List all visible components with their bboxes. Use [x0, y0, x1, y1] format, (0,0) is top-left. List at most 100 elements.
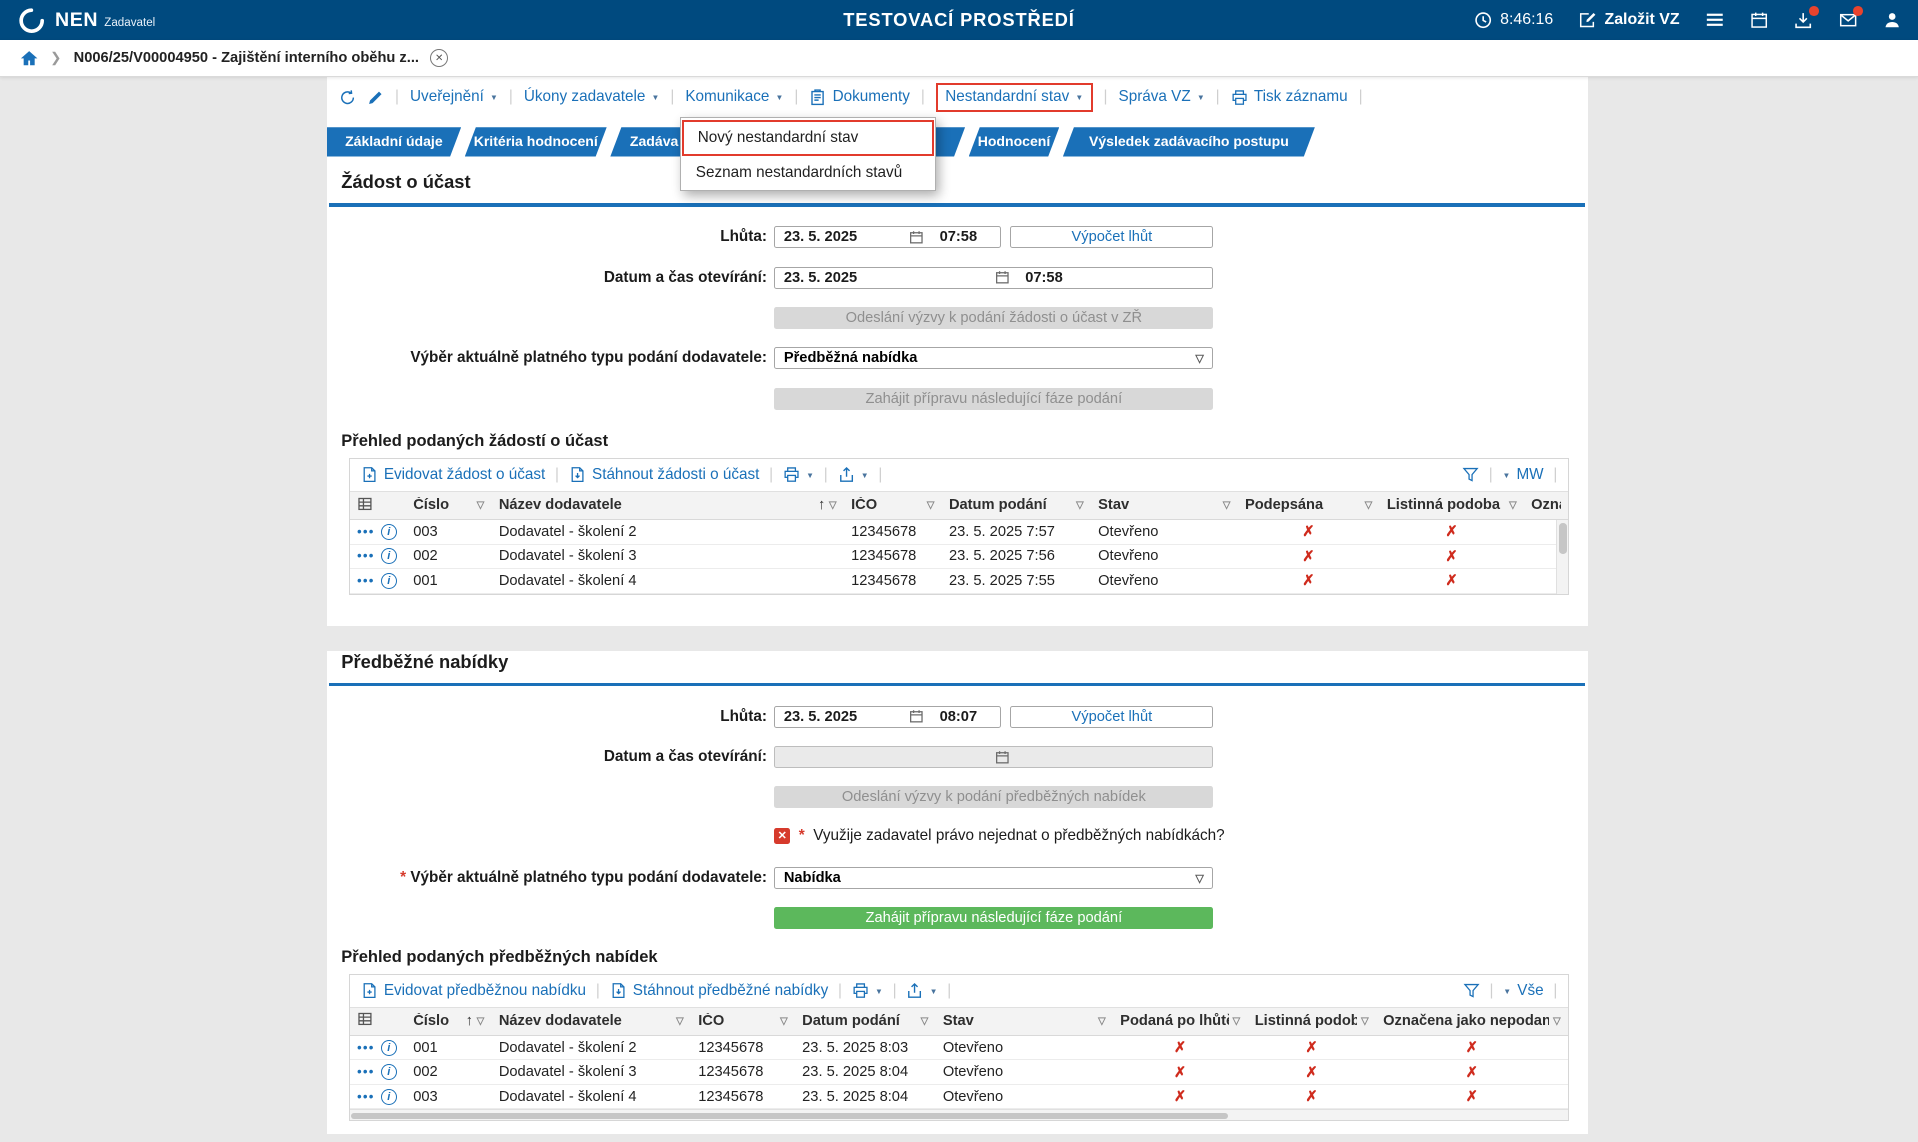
lhuta-datetime-input[interactable]: 23. 5. 2025 07:58 [774, 226, 1001, 249]
zahajit-fazi-button[interactable]: Zahájit přípravu následující fáze podání [774, 387, 1214, 410]
column-header-datum[interactable]: Datum podání [942, 492, 1091, 519]
column-header-nazev[interactable]: Název dodavatele [491, 1008, 690, 1035]
filter-caret-icon[interactable] [1361, 1016, 1369, 1027]
home-icon[interactable] [20, 49, 38, 67]
filter-icon[interactable] [1462, 466, 1479, 483]
table-row[interactable]: 001 Dodavatel - školení 4 12345678 23. 5… [349, 569, 1569, 594]
row-actions-icon[interactable] [357, 526, 375, 538]
calendar-icon[interactable] [1750, 11, 1768, 29]
dokumenty-link[interactable]: Dokumenty [809, 88, 910, 106]
column-header-stav[interactable]: Stav [1091, 492, 1238, 519]
table-row[interactable]: 002 Dodavatel - školení 3 12345678 23. 5… [349, 1060, 1569, 1085]
ukony-zadavatele-menu[interactable]: Úkony zadavatele [524, 88, 659, 106]
downloads-icon[interactable] [1794, 6, 1819, 29]
vypocet-lhut-button[interactable]: Výpočet lhůt [1010, 226, 1214, 249]
typ-podani-select[interactable]: Předběžná nabídka [774, 347, 1214, 370]
tab-hodnoceni[interactable]: Hodnocení [969, 127, 1060, 156]
export-menu-button[interactable] [838, 466, 869, 484]
column-header-nazev[interactable]: Název dodavatele ↑ [491, 492, 843, 519]
evidovat-zadost-link[interactable]: Evidovat žádost o účast [361, 466, 545, 484]
row-actions-icon[interactable] [357, 575, 375, 587]
table-row[interactable]: 001 Dodavatel - školení 2 12345678 23. 5… [349, 1036, 1569, 1061]
lhuta-datetime-input[interactable]: 23. 5. 2025 08:07 [774, 705, 1001, 728]
nen-brand[interactable]: NEN Zadavatel [17, 6, 155, 35]
column-settings-header[interactable] [350, 1008, 406, 1035]
info-icon[interactable] [380, 1088, 397, 1105]
refresh-icon[interactable] [339, 89, 356, 106]
filter-caret-icon[interactable] [1098, 1016, 1106, 1027]
column-header-datum[interactable]: Datum podání [795, 1008, 936, 1035]
info-icon[interactable] [380, 572, 397, 589]
row-actions-icon[interactable] [357, 1066, 375, 1078]
column-header-podana[interactable]: Podaná po lhůtě [1113, 1008, 1248, 1035]
evidovat-nabidku-link[interactable]: Evidovat předběžnou nabídku [361, 982, 586, 1000]
calendar-icon[interactable] [995, 270, 1015, 285]
messages-icon[interactable] [1839, 6, 1863, 29]
no-indicator-icon[interactable] [774, 827, 791, 844]
edit-icon[interactable] [367, 89, 384, 106]
filter-caret-icon[interactable] [927, 500, 935, 511]
odeslani-vyzvy-button[interactable]: Odeslání výzvy k podání předběžných nabí… [774, 786, 1214, 809]
nestandardni-stav-menu-button[interactable]: Nestandardní stav [935, 82, 1093, 112]
filter-caret-icon[interactable] [477, 1016, 485, 1027]
vertical-scrollbar[interactable] [1556, 520, 1569, 594]
filter-caret-icon[interactable] [780, 1016, 788, 1027]
print-menu-button[interactable] [783, 466, 814, 484]
close-icon[interactable] [429, 49, 449, 68]
column-header-listinna[interactable]: Listinná podoba [1247, 1008, 1375, 1035]
column-header-oznacena[interactable]: Označena jako nepodaná [1376, 1008, 1568, 1035]
filter-caret-icon[interactable] [1509, 500, 1517, 511]
uverejneni-menu[interactable]: Uveřejnění [410, 88, 498, 106]
column-header-ico[interactable]: IČO [691, 1008, 795, 1035]
record-tab[interactable]: N006/25/V00004950 - Zajištění interního … [74, 49, 449, 68]
stahnout-zadosti-link[interactable]: Stáhnout žádosti o účast [569, 466, 759, 484]
export-menu-button[interactable] [906, 982, 937, 1000]
tisk-zaznamu-link[interactable]: Tisk záznamu [1231, 88, 1348, 106]
zalozit-vz-button[interactable]: Založit VZ [1579, 11, 1680, 29]
filter-caret-icon[interactable] [1233, 1016, 1241, 1027]
stahnout-nabidky-link[interactable]: Stáhnout předběžné nabídky [610, 982, 828, 1000]
column-header-stav[interactable]: Stav [935, 1008, 1112, 1035]
horizontal-scrollbar[interactable] [349, 1109, 1569, 1121]
menu-item-seznam-nestandardnich-stavu[interactable]: Seznam nestandardních stavů [682, 156, 933, 189]
vypocet-lhut-button[interactable]: Výpočet lhůt [1010, 705, 1214, 728]
odeslani-vyzvy-button[interactable]: Odeslání výzvy k podání žádosti o účast … [774, 306, 1214, 329]
filter-caret-icon[interactable] [1076, 500, 1084, 511]
filter-caret-icon[interactable] [1553, 1016, 1561, 1027]
menu-item-novy-nestandardni-stav[interactable]: Nový nestandardní stav [682, 119, 934, 157]
table-row[interactable]: 003 Dodavatel - školení 4 12345678 23. 5… [349, 1085, 1569, 1110]
column-header-listinna[interactable]: Listinná podoba [1380, 492, 1524, 519]
column-header-oznacena[interactable]: Označena jako nepodaná [1524, 492, 1568, 519]
table-row[interactable]: 003 Dodavatel - školení 2 12345678 23. 5… [349, 520, 1569, 545]
table-row[interactable]: 002 Dodavatel - školení 3 12345678 23. 5… [349, 545, 1569, 570]
row-actions-icon[interactable] [357, 1042, 375, 1054]
calendar-icon[interactable] [909, 709, 929, 724]
column-header-cislo[interactable]: Číslo ↑ [406, 1008, 492, 1035]
info-icon[interactable] [380, 523, 397, 540]
calendar-icon[interactable] [909, 230, 929, 245]
tab-kriteria-hodnoceni[interactable]: Kritéria hodnocení [465, 127, 607, 156]
otevirani-datetime-input[interactable]: 23. 5. 2025 07:58 [774, 266, 1214, 289]
info-icon[interactable] [380, 1064, 397, 1081]
column-header-cislo[interactable]: Číslo [406, 492, 492, 519]
row-actions-icon[interactable] [357, 1091, 375, 1103]
user-icon[interactable] [1883, 11, 1901, 29]
filter-caret-icon[interactable] [829, 500, 837, 511]
filter-icon[interactable] [1463, 982, 1480, 999]
tab-zakladni-udaje[interactable]: Základní údaje [327, 127, 462, 156]
print-menu-button[interactable] [852, 982, 883, 1000]
view-selector[interactable]: Vše [1503, 982, 1543, 1000]
row-actions-icon[interactable] [357, 550, 375, 562]
info-icon[interactable] [380, 548, 397, 565]
column-settings-header[interactable] [350, 492, 406, 519]
filter-caret-icon[interactable] [477, 500, 485, 511]
zahajit-fazi-button[interactable]: Zahájit přípravu následující fáze podání [774, 907, 1214, 930]
filter-caret-icon[interactable] [921, 1016, 929, 1027]
filter-caret-icon[interactable] [1223, 500, 1231, 511]
komunikace-menu[interactable]: Komunikace [685, 88, 783, 106]
typ-podani-select[interactable]: Nabídka [774, 866, 1214, 889]
menu-icon[interactable] [1705, 10, 1725, 30]
column-header-podepsana[interactable]: Podepsána [1238, 492, 1380, 519]
sprava-vz-menu[interactable]: Správa VZ [1119, 88, 1205, 106]
view-selector[interactable]: MW [1502, 466, 1543, 484]
